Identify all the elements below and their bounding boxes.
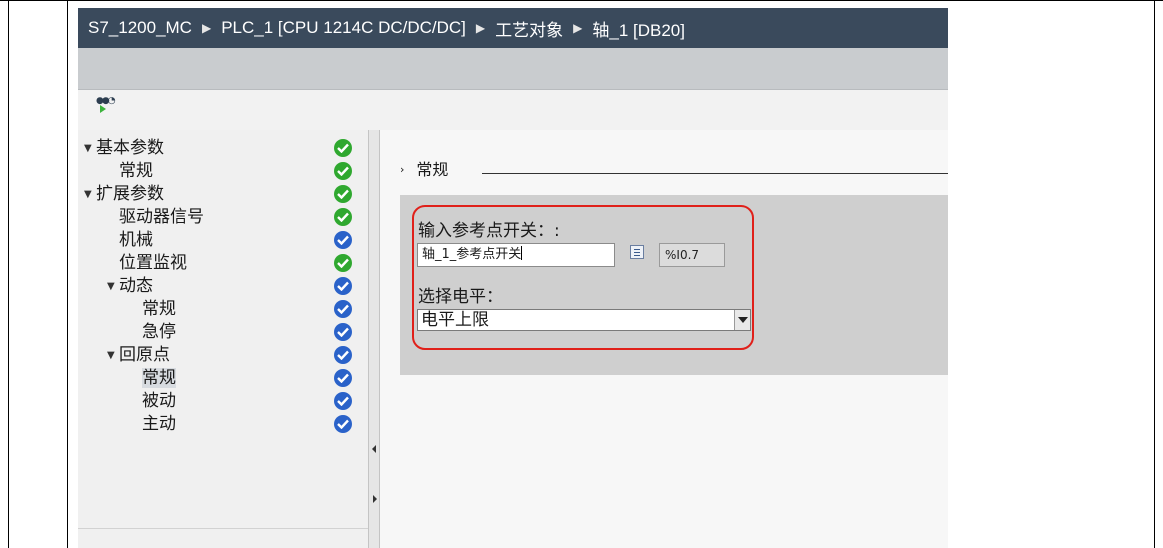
tree-item-label: 常规 [142, 299, 176, 319]
checkmark-icon [334, 369, 352, 387]
pane-splitter[interactable] [368, 130, 380, 548]
dropdown-button[interactable] [734, 310, 750, 330]
breadcrumb-technology-objects[interactable]: 工艺对象 [495, 16, 563, 41]
tree-item[interactable]: ▼ 回原点 [78, 344, 348, 367]
checkmark-icon [334, 392, 352, 410]
checkmark-icon [334, 277, 352, 295]
level-select[interactable]: 电平上限 [417, 309, 751, 331]
document-column-border [67, 0, 68, 548]
document-top-border [0, 0, 1163, 1]
tree-item[interactable]: ▼ 动态 [78, 275, 348, 298]
tree-item[interactable]: 急停 [78, 321, 348, 344]
tree-item-label: 扩展参数 [96, 184, 164, 204]
list-icon[interactable] [630, 245, 644, 259]
breadcrumb: S7_1200_MC ▶ PLC_1 [CPU 1214C DC/DC/DC] … [78, 8, 948, 48]
tree-toolbar: ●●◔ [78, 90, 948, 130]
expand-caret-icon[interactable]: ▼ [107, 275, 119, 298]
tree-item[interactable]: 驱动器信号 [78, 206, 348, 229]
checkmark-icon [334, 300, 352, 318]
level-label: 选择电平： [418, 287, 503, 307]
ref-switch-address: %I0.7 [659, 243, 725, 267]
checkmark-icon [334, 185, 352, 203]
tree-item[interactable]: 位置监视 [78, 252, 348, 275]
expand-caret-icon[interactable]: ▼ [84, 137, 96, 160]
tree-item-label: 机械 [119, 230, 153, 250]
toggle-tree-icon[interactable]: ●●◔ [96, 96, 116, 114]
tree-item-label: 动态 [119, 276, 153, 296]
breadcrumb-plc[interactable]: PLC_1 [CPU 1214C DC/DC/DC] [221, 18, 466, 38]
tree-item-label: 位置监视 [119, 253, 187, 273]
tree-item[interactable]: 常规 [78, 367, 348, 390]
section-header[interactable]: › 常规 [400, 156, 448, 180]
breadcrumb-separator-icon: ▶ [201, 21, 212, 35]
tree-item-label: 主动 [142, 414, 176, 434]
parameter-tree: ▼ 基本参数 常规 ▼ 扩展参数 驱动器信号 机械 位置监视 ▼ 动态 常规 急停 ▼ 回原点 常规 被动 主动 [78, 130, 380, 548]
section-title: 常规 [416, 160, 449, 179]
tree-item-label: 常规 [142, 368, 176, 388]
document-right-border [1154, 0, 1155, 548]
checkmark-icon [334, 208, 352, 226]
tia-portal-editor: S7_1200_MC ▶ PLC_1 [CPU 1214C DC/DC/DC] … [78, 8, 948, 548]
breadcrumb-separator-icon: ▶ [475, 21, 486, 35]
homing-panel: 输入参考点开关：: 轴_1_参考点开关 %I0.7 选择电平： 电平上限 [400, 195, 948, 375]
collapse-left-icon[interactable] [372, 445, 376, 453]
editor-toolbar [78, 48, 948, 90]
tree-item[interactable]: 常规 [78, 298, 348, 321]
checkmark-icon [334, 139, 352, 157]
tree-item[interactable]: 机械 [78, 229, 348, 252]
tree-item-label: 回原点 [119, 345, 170, 365]
chevron-down-icon [738, 317, 748, 323]
ref-switch-input[interactable]: 轴_1_参考点开关 [417, 243, 615, 267]
breadcrumb-separator-icon: ▶ [573, 21, 583, 35]
tree-item[interactable]: ▼ 扩展参数 [78, 183, 348, 206]
tree-item-label: 驱动器信号 [119, 207, 204, 227]
checkmark-icon [334, 254, 352, 272]
chevron-right-icon: › [400, 163, 405, 176]
tree-item-label: 常规 [119, 161, 153, 181]
tree-row-divider [78, 528, 380, 529]
text-cursor [521, 246, 523, 260]
parameter-content: › 常规 输入参考点开关：: 轴_1_参考点开关 %I0.7 选择电平： 电平上限 [380, 130, 948, 548]
breadcrumb-axis[interactable]: 轴_1 [DB20] [592, 16, 685, 41]
checkmark-icon [334, 323, 352, 341]
expand-right-icon[interactable] [373, 495, 377, 503]
tree-item[interactable]: 被动 [78, 390, 348, 413]
checkmark-icon [334, 415, 352, 433]
ref-switch-value: 轴_1_参考点开关 [422, 247, 522, 262]
tree-item-label: 急停 [142, 322, 176, 342]
checkmark-icon [334, 162, 352, 180]
expand-caret-icon[interactable]: ▼ [84, 183, 96, 206]
checkmark-icon [334, 346, 352, 364]
level-value: 电平上限 [421, 310, 489, 330]
breadcrumb-project[interactable]: S7_1200_MC [88, 18, 192, 38]
document-left-border [8, 0, 9, 548]
section-divider [482, 173, 948, 174]
checkmark-icon [334, 231, 352, 249]
expand-caret-icon[interactable]: ▼ [107, 344, 119, 367]
ref-switch-label: 输入参考点开关：: [418, 221, 560, 241]
tree-item[interactable]: ▼ 基本参数 [78, 137, 348, 160]
tree-item[interactable]: 主动 [78, 413, 348, 436]
tree-item[interactable]: 常规 [78, 160, 348, 183]
tree-item-label: 基本参数 [96, 138, 164, 158]
tree-item-label: 被动 [142, 391, 176, 411]
